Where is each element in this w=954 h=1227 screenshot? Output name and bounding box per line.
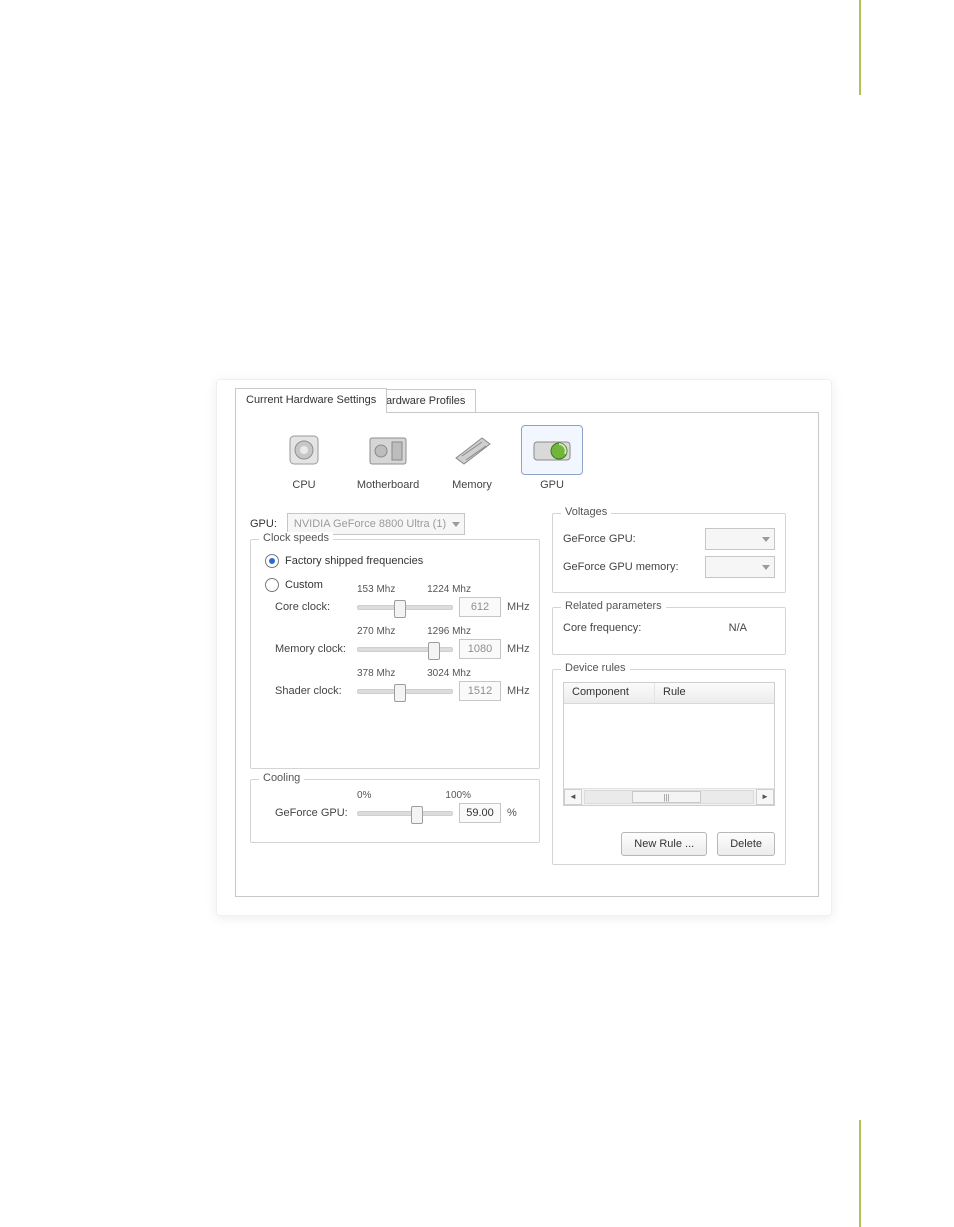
core-frequency-value: N/A <box>729 622 747 634</box>
voltages-group: Voltages GeForce GPU: GeForce GPU memory… <box>552 513 786 593</box>
device-rules-table: Component Rule ◄ ||| ► <box>563 682 775 806</box>
slider-thumb[interactable] <box>394 684 406 702</box>
gpu-select-label: GPU: <box>250 518 277 530</box>
core-clock-unit: MHz <box>507 601 529 613</box>
memory-clock-unit: MHz <box>507 643 529 655</box>
slider-thumb[interactable] <box>428 642 440 660</box>
shader-clock-label: Shader clock: <box>275 685 351 697</box>
voltages-legend: Voltages <box>561 506 611 518</box>
motherboard-icon <box>357 425 419 475</box>
page-decor-rule-bottom <box>859 1120 861 1227</box>
core-clock-label: Core clock: <box>275 601 351 613</box>
device-rules-legend: Device rules <box>561 662 630 674</box>
rules-col-rule[interactable]: Rule <box>655 683 774 703</box>
chevron-down-icon <box>762 565 770 570</box>
device-motherboard-label: Motherboard <box>352 479 424 491</box>
memory-clock-value[interactable]: 1080 <box>459 639 501 659</box>
device-motherboard[interactable]: Motherboard <box>352 425 424 491</box>
cpu-icon <box>273 425 335 475</box>
rules-horizontal-scrollbar[interactable]: ◄ ||| ► <box>564 788 774 805</box>
radio-factory-frequencies[interactable]: Factory shipped frequencies <box>265 554 539 568</box>
device-gpu-label: GPU <box>520 479 584 491</box>
radio-factory-label: Factory shipped frequencies <box>285 555 423 567</box>
cooling-group: Cooling 0% 100% GeForce GPU: 59.00 % <box>250 779 540 843</box>
scroll-grip[interactable]: ||| <box>632 791 701 803</box>
memory-icon <box>441 425 503 475</box>
memory-clock-min: 270 Mhz <box>357 626 395 637</box>
gpu-icon <box>521 425 583 475</box>
core-clock-max: 1224 Mhz <box>427 584 471 595</box>
gpu-select-value: NVIDIA GeForce 8800 Ultra (1) <box>294 518 446 530</box>
memory-clock-slider[interactable] <box>357 647 453 652</box>
core-clock-min: 153 Mhz <box>357 584 395 595</box>
scroll-left-arrow-icon[interactable]: ◄ <box>564 789 582 805</box>
shader-clock-value[interactable]: 1512 <box>459 681 501 701</box>
shader-clock-max: 3024 Mhz <box>427 668 471 679</box>
cooling-max: 100% <box>445 790 471 801</box>
new-rule-button[interactable]: New Rule ... <box>621 832 707 856</box>
device-cpu[interactable]: CPU <box>272 425 336 491</box>
memory-clock-label: Memory clock: <box>275 643 351 655</box>
device-rules-buttons: New Rule ... Delete <box>621 832 775 856</box>
shader-clock-slider[interactable] <box>357 689 453 694</box>
cooling-unit: % <box>507 807 529 819</box>
related-parameters-legend: Related parameters <box>561 600 666 612</box>
tab-strip: Current Hardware Settings Hardware Profi… <box>217 379 831 412</box>
page-decor-rule-top <box>859 0 861 95</box>
scroll-right-arrow-icon[interactable]: ► <box>756 789 774 805</box>
device-gpu[interactable]: GPU <box>520 425 584 491</box>
core-clock-value[interactable]: 612 <box>459 597 501 617</box>
delete-rule-button[interactable]: Delete <box>717 832 775 856</box>
shader-clock-min: 378 Mhz <box>357 668 395 679</box>
memory-clock-max: 1296 Mhz <box>427 626 471 637</box>
settings-panel: Current Hardware Settings Hardware Profi… <box>216 379 832 916</box>
cooling-min: 0% <box>357 790 371 801</box>
voltage-gpu-combo[interactable] <box>705 528 775 550</box>
clock-speeds-group: Clock speeds Factory shipped frequencies… <box>250 539 540 769</box>
slider-thumb[interactable] <box>411 806 423 824</box>
shader-clock-unit: MHz <box>507 685 529 697</box>
device-rules-group: Device rules Component Rule ◄ ||| ► New … <box>552 669 786 865</box>
cooling-label: GeForce GPU: <box>275 807 351 819</box>
core-frequency-label: Core frequency: <box>563 622 641 634</box>
related-parameters-group: Related parameters Core frequency: N/A <box>552 607 786 655</box>
device-memory[interactable]: Memory <box>440 425 504 491</box>
chevron-down-icon <box>762 537 770 542</box>
rules-col-component[interactable]: Component <box>564 683 655 703</box>
device-memory-label: Memory <box>440 479 504 491</box>
device-rules-header: Component Rule <box>564 683 774 704</box>
scroll-track[interactable]: ||| <box>584 790 754 804</box>
cooling-slider[interactable] <box>357 811 453 816</box>
core-clock-slider[interactable] <box>357 605 453 610</box>
slider-thumb[interactable] <box>394 600 406 618</box>
tab-body: CPU Motherboard <box>235 412 819 897</box>
cooling-legend: Cooling <box>259 772 304 784</box>
tab-current-hardware[interactable]: Current Hardware Settings <box>235 388 387 413</box>
device-category-row: CPU Motherboard <box>272 425 584 491</box>
cooling-value[interactable]: 59.00 <box>459 803 501 823</box>
device-cpu-label: CPU <box>272 479 336 491</box>
chevron-down-icon <box>452 522 460 527</box>
radio-icon-checked <box>265 554 279 568</box>
clock-speeds-legend: Clock speeds <box>259 532 333 544</box>
voltage-gpu-mem-combo[interactable] <box>705 556 775 578</box>
voltage-gpu-label: GeForce GPU: <box>563 533 636 545</box>
voltage-gpu-mem-label: GeForce GPU memory: <box>563 561 679 573</box>
